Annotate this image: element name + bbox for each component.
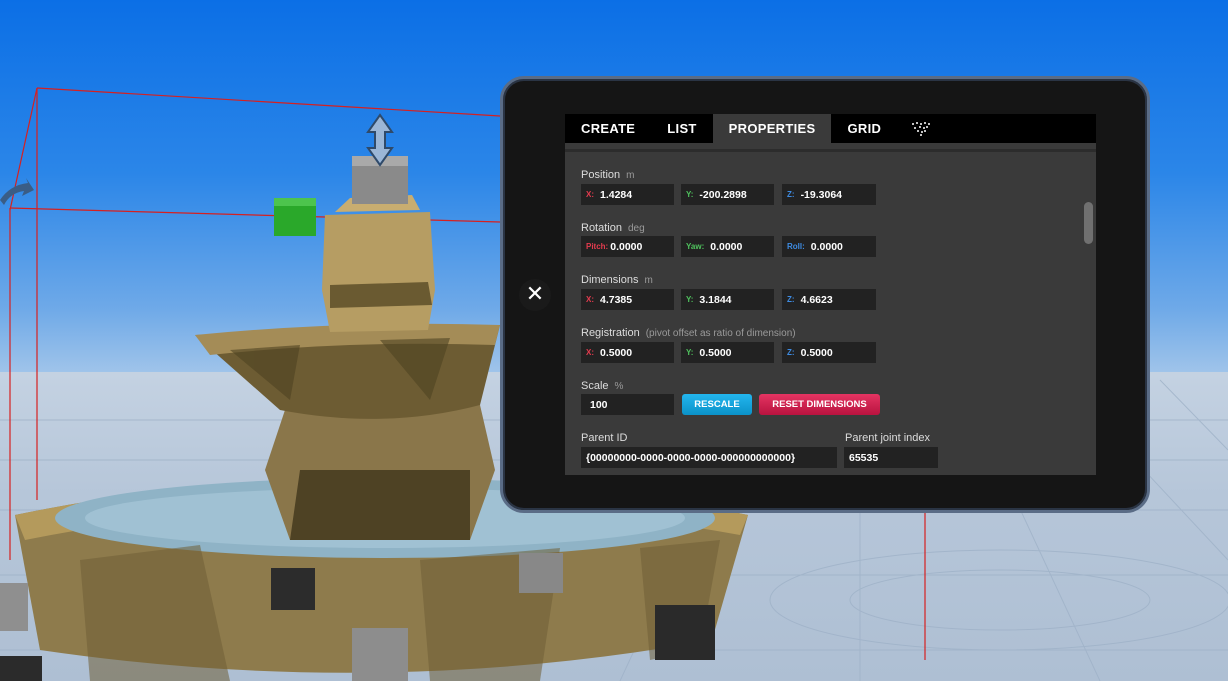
- registration-y-field[interactable]: Y: 0.5000: [681, 342, 774, 363]
- roll-label: Roll:: [787, 242, 805, 251]
- dimensions-unit: m: [644, 275, 653, 286]
- tab-bar: CREATE LIST PROPERTIES GRID: [565, 114, 1096, 143]
- edit-panel: CREATE LIST PROPERTIES GRID Position m X:…: [565, 114, 1096, 475]
- registration-x-field[interactable]: X: 0.5000: [581, 342, 674, 363]
- dimensions-label: Dimensions m: [581, 274, 653, 286]
- yaw-label: Yaw:: [686, 242, 705, 251]
- parent-joint-field[interactable]: 65535: [844, 447, 938, 468]
- position-x-field[interactable]: X: 1.4284: [581, 184, 674, 205]
- rotation-pitch-field[interactable]: Pitch: 0.0000: [581, 236, 674, 257]
- axis-z-label: Z:: [787, 295, 795, 304]
- registration-unit: (pivot offset as ratio of dimension): [645, 328, 796, 339]
- rotation-unit: deg: [627, 223, 645, 234]
- axis-x-label: X:: [586, 295, 594, 304]
- dimensions-y-field[interactable]: Y: 3.1844: [681, 289, 774, 310]
- parent-id-label: Parent ID: [581, 432, 628, 444]
- pitch-label: Pitch:: [586, 242, 609, 251]
- dimensions-title: Dimensions: [581, 274, 639, 286]
- parent-joint-value: 65535: [849, 451, 879, 464]
- rotation-yaw-field[interactable]: Yaw: 0.0000: [681, 236, 774, 257]
- rotation-title: Rotation: [581, 222, 622, 234]
- position-unit: m: [626, 170, 635, 181]
- dimensions-x-field[interactable]: X: 4.7385: [581, 289, 674, 310]
- registration-x-value: 0.5000: [600, 346, 633, 359]
- rotation-roll-field[interactable]: Roll: 0.0000: [782, 236, 876, 257]
- parent-id-value: {00000000-0000-0000-0000-000000000000}: [586, 451, 796, 464]
- axis-y-label: Y:: [686, 348, 694, 357]
- axis-y-label: Y:: [686, 295, 694, 304]
- position-x-value: 1.4284: [600, 188, 633, 201]
- rescale-button[interactable]: RESCALE: [682, 394, 752, 415]
- dimensions-y-value: 3.1844: [699, 293, 732, 306]
- scale-value: 100: [590, 398, 608, 411]
- particles-icon[interactable]: [897, 114, 945, 143]
- rotation-roll-value: 0.0000: [810, 240, 843, 253]
- scale-field[interactable]: 100: [581, 394, 674, 415]
- tab-list[interactable]: LIST: [651, 114, 712, 143]
- scale-label: Scale%: [581, 380, 623, 392]
- position-title: Position: [581, 169, 621, 181]
- axis-z-label: Z:: [787, 348, 795, 357]
- registration-title: Registration: [581, 327, 640, 339]
- registration-y-value: 0.5000: [699, 346, 732, 359]
- tab-properties[interactable]: PROPERTIES: [712, 114, 832, 143]
- close-tablet-button[interactable]: ✕: [519, 279, 551, 311]
- parent-joint-label: Parent joint index: [845, 432, 930, 444]
- position-label: Position m: [581, 169, 634, 181]
- dimensions-z-value: 4.6623: [800, 293, 833, 306]
- tab-create[interactable]: CREATE: [565, 114, 651, 143]
- registration-label: Registration (pivot offset as ratio of di…: [581, 327, 796, 339]
- divider: [565, 149, 1096, 152]
- position-y-value: -200.2898: [699, 188, 747, 201]
- rotation-yaw-value: 0.0000: [710, 240, 743, 253]
- axis-x-label: X:: [586, 190, 594, 199]
- position-z-field[interactable]: Z: -19.3064: [782, 184, 876, 205]
- registration-z-field[interactable]: Z: 0.5000: [782, 342, 876, 363]
- tab-grid[interactable]: GRID: [831, 114, 897, 143]
- position-y-field[interactable]: Y: -200.2898: [681, 184, 774, 205]
- rotation-pitch-value: 0.0000: [610, 240, 643, 253]
- scale-unit: %: [614, 381, 624, 392]
- dimensions-z-field[interactable]: Z: 4.6623: [782, 289, 876, 310]
- scale-title: Scale: [581, 380, 609, 392]
- axis-z-label: Z:: [787, 190, 795, 199]
- reset-dimensions-button[interactable]: RESET DIMENSIONS: [759, 394, 880, 415]
- axis-y-label: Y:: [686, 190, 694, 199]
- registration-z-value: 0.5000: [800, 346, 833, 359]
- scrollbar-thumb[interactable]: [1084, 202, 1093, 244]
- dimensions-x-value: 4.7385: [600, 293, 633, 306]
- rotation-label: Rotation deg: [581, 222, 645, 234]
- axis-x-label: X:: [586, 348, 594, 357]
- position-z-value: -19.3064: [800, 188, 843, 201]
- close-icon: ✕: [525, 282, 545, 307]
- parent-id-field[interactable]: {00000000-0000-0000-0000-000000000000}: [581, 447, 837, 468]
